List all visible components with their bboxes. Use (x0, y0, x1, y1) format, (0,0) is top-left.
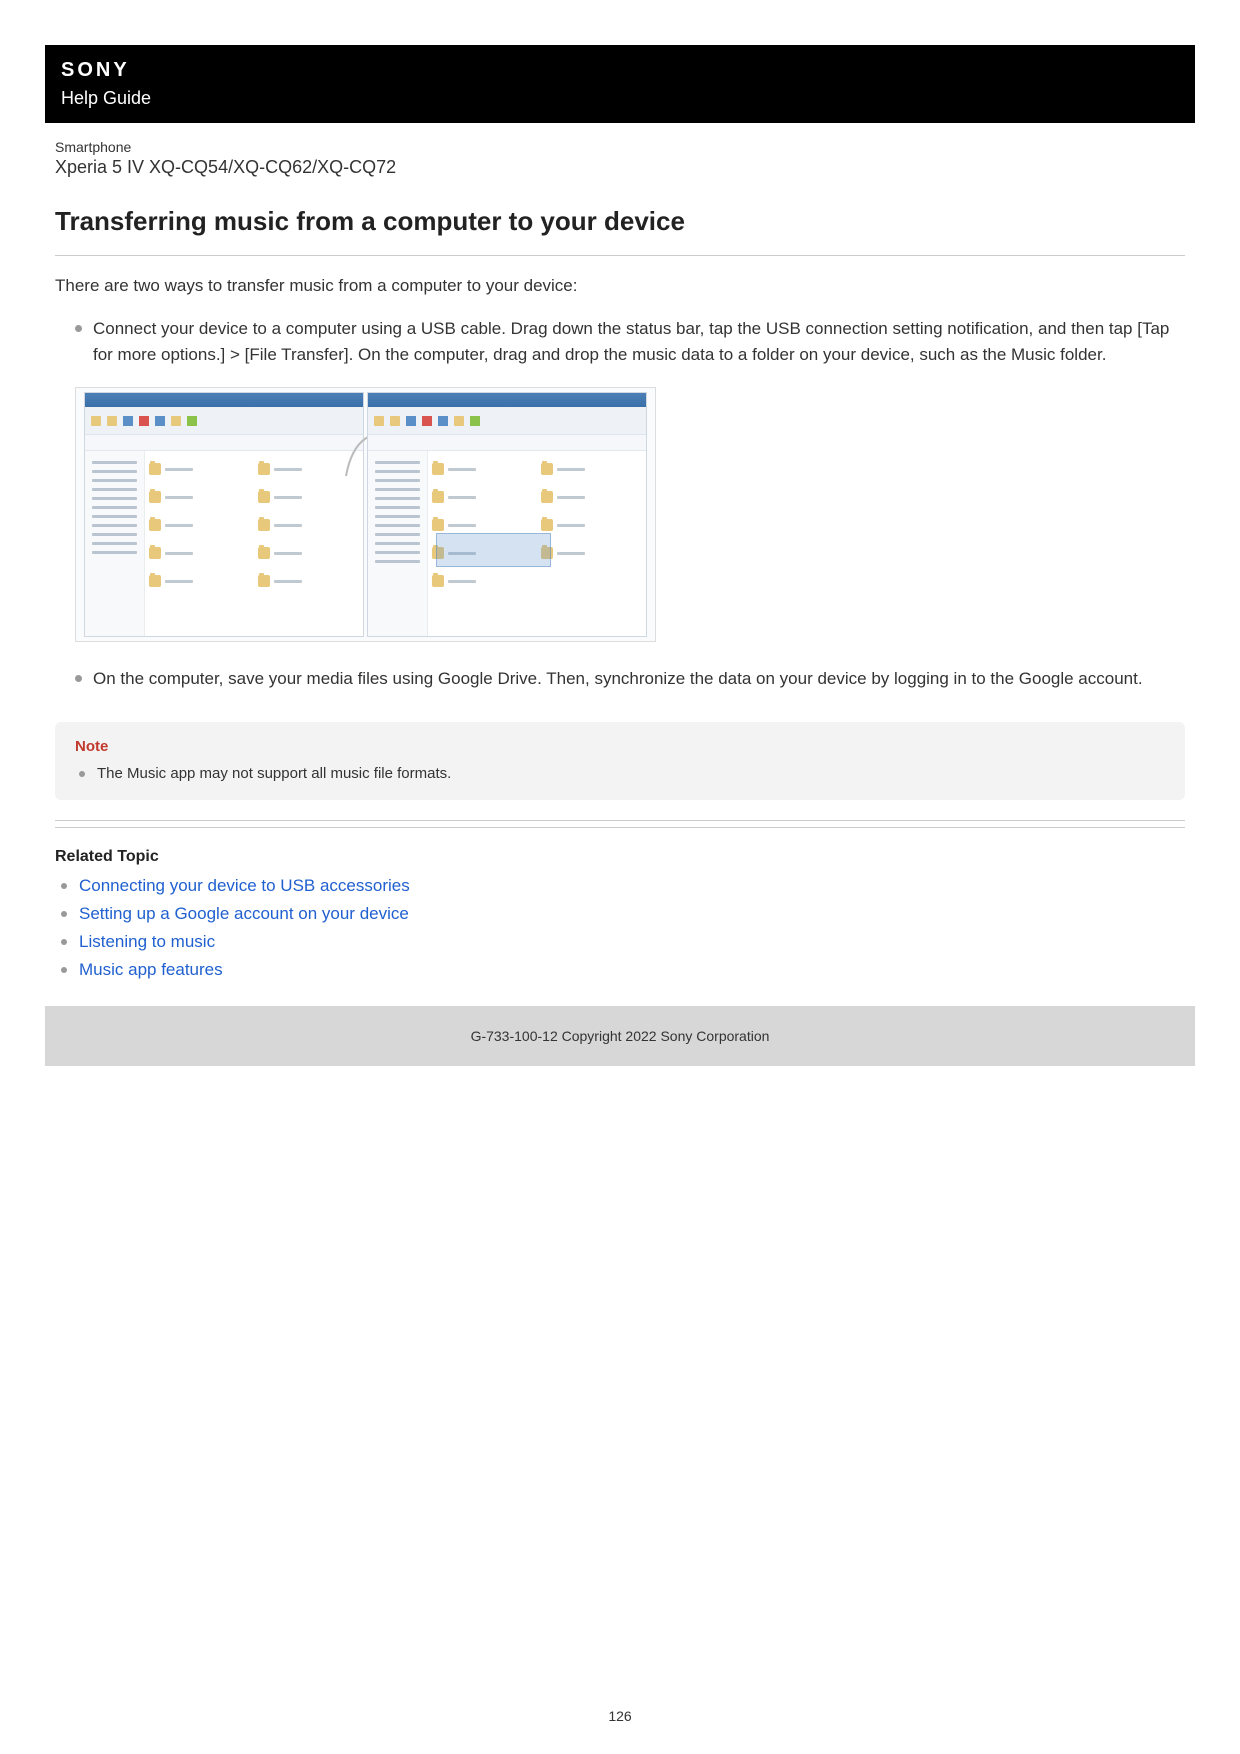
section-separator (55, 820, 1185, 828)
related-item-2: Setting up a Google account on your devi… (61, 904, 1185, 924)
related-link-listening[interactable]: Listening to music (79, 932, 215, 951)
intro-text: There are two ways to transfer music fro… (55, 276, 1185, 296)
step-item-1: Connect your device to a computer using … (75, 316, 1185, 367)
steps-list: Connect your device to a computer using … (55, 316, 1185, 367)
note-label: Note (75, 738, 1165, 755)
note-item-1: The Music app may not support all music … (79, 765, 1165, 782)
drop-target-highlight (436, 533, 551, 567)
related-item-3: Listening to music (61, 932, 1185, 952)
illustration-window-left (84, 392, 364, 637)
title-separator (55, 255, 1185, 256)
note-box: Note The Music app may not support all m… (55, 722, 1185, 800)
related-link-usb[interactable]: Connecting your device to USB accessorie… (79, 876, 410, 895)
page-title: Transferring music from a computer to yo… (55, 206, 1185, 237)
related-item-1: Connecting your device to USB accessorie… (61, 876, 1185, 896)
model-label: Xperia 5 IV XQ-CQ54/XQ-CQ62/XQ-CQ72 (55, 157, 1185, 178)
header-bar: SONY Help Guide (45, 45, 1195, 123)
page-number: 126 (0, 1708, 1240, 1724)
related-link-music-features[interactable]: Music app features (79, 960, 223, 979)
illustration-window-right (367, 392, 647, 637)
related-link-google-account[interactable]: Setting up a Google account on your devi… (79, 904, 409, 923)
related-item-4: Music app features (61, 960, 1185, 980)
steps-list-continued: On the computer, save your media files u… (55, 666, 1185, 692)
step-item-2: On the computer, save your media files u… (75, 666, 1185, 692)
related-list: Connecting your device to USB accessorie… (55, 876, 1185, 980)
category-label: Smartphone (55, 139, 1185, 155)
related-heading: Related Topic (55, 848, 1185, 866)
header-subtitle: Help Guide (61, 88, 1179, 109)
brand-logo: SONY (61, 59, 1179, 82)
copyright-footer: G-733-100-12 Copyright 2022 Sony Corpora… (45, 1006, 1195, 1066)
transfer-illustration (75, 387, 656, 642)
